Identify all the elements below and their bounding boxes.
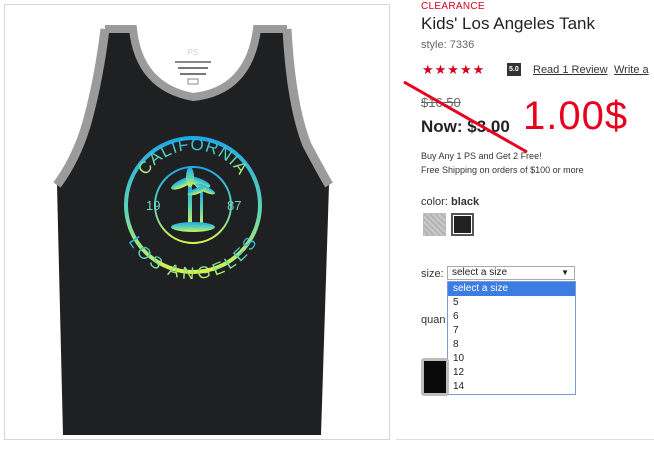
size-option[interactable]: 6 <box>448 310 575 324</box>
color-value: black <box>450 196 480 208</box>
size-select[interactable]: select a size ▼ <box>447 266 575 280</box>
size-select-value: select a size <box>452 267 508 278</box>
size-option[interactable]: 14 <box>448 380 575 394</box>
size-option[interactable]: 7 <box>448 324 575 338</box>
size-option[interactable]: 8 <box>448 338 575 352</box>
gray-swatch[interactable] <box>423 213 446 236</box>
size-option[interactable]: select a size <box>448 282 575 296</box>
add-to-bag-button[interactable] <box>421 358 449 396</box>
chevron-down-icon: ▼ <box>561 268 569 277</box>
size-dropdown-list[interactable]: select a size 5 6 7 8 10 12 14 <box>447 281 576 395</box>
promo-text: Buy Any 1 PS and Get 2 Free! <box>421 151 542 161</box>
size-option[interactable]: 12 <box>448 366 575 380</box>
black-swatch[interactable] <box>451 213 474 236</box>
color-label: color: black <box>421 196 480 208</box>
shipping-text: Free Shipping on orders of $100 or more <box>421 165 584 175</box>
size-label: size: <box>421 268 444 280</box>
annotated-price: 1.00$ <box>523 94 629 138</box>
size-option[interactable]: 5 <box>448 296 575 310</box>
size-option[interactable]: 10 <box>448 352 575 366</box>
quantity-label: quan <box>421 314 446 326</box>
strike-line <box>403 80 528 154</box>
